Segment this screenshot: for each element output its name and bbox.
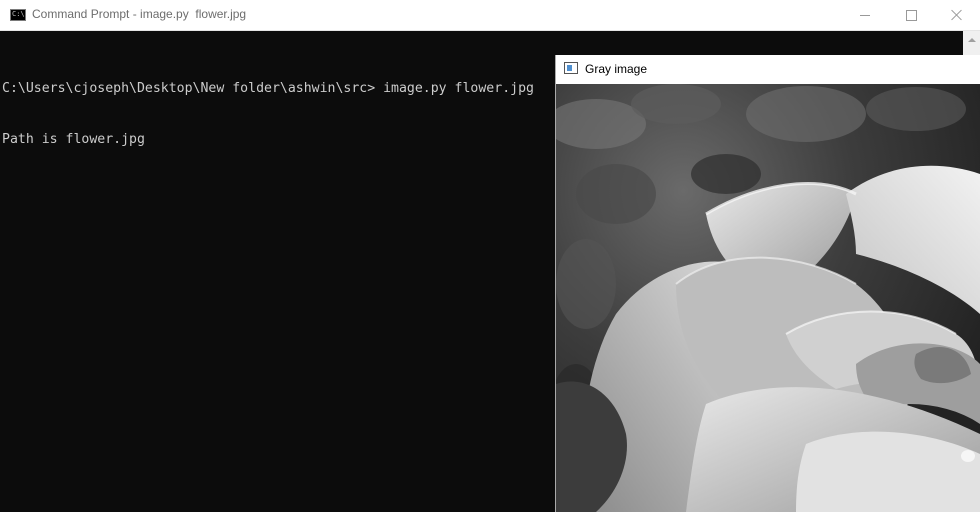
console-line: Path is flower.jpg [2,132,145,147]
command-prompt-titlebar[interactable]: C:\ Command Prompt - image.py flower.jpg [0,0,980,31]
chevron-up-icon [967,37,976,42]
grayscale-rose-photo [556,84,980,512]
window-title: Command Prompt - image.py flower.jpg [32,7,247,21]
scroll-up-button[interactable] [963,31,980,48]
close-icon [951,9,963,21]
gray-image-window: Gray image [555,55,980,512]
minimize-button[interactable] [842,0,888,30]
rose-image [556,84,980,512]
gray-image-title: Gray image [585,62,648,76]
console-line: C:\Users\cjoseph\Desktop\New folder\ashw… [2,81,534,96]
cmd-icon: C:\ [10,9,26,21]
image-window-icon [564,62,578,74]
close-button[interactable] [934,0,980,30]
maximize-icon [905,9,917,21]
cmd-icon-label: C:\ [12,10,25,18]
maximize-button[interactable] [888,0,934,30]
gray-image-titlebar[interactable]: Gray image [556,55,980,83]
console-output[interactable]: C:\Users\cjoseph\Desktop\New folder\ashw… [2,46,534,182]
minimize-icon [860,14,870,16]
